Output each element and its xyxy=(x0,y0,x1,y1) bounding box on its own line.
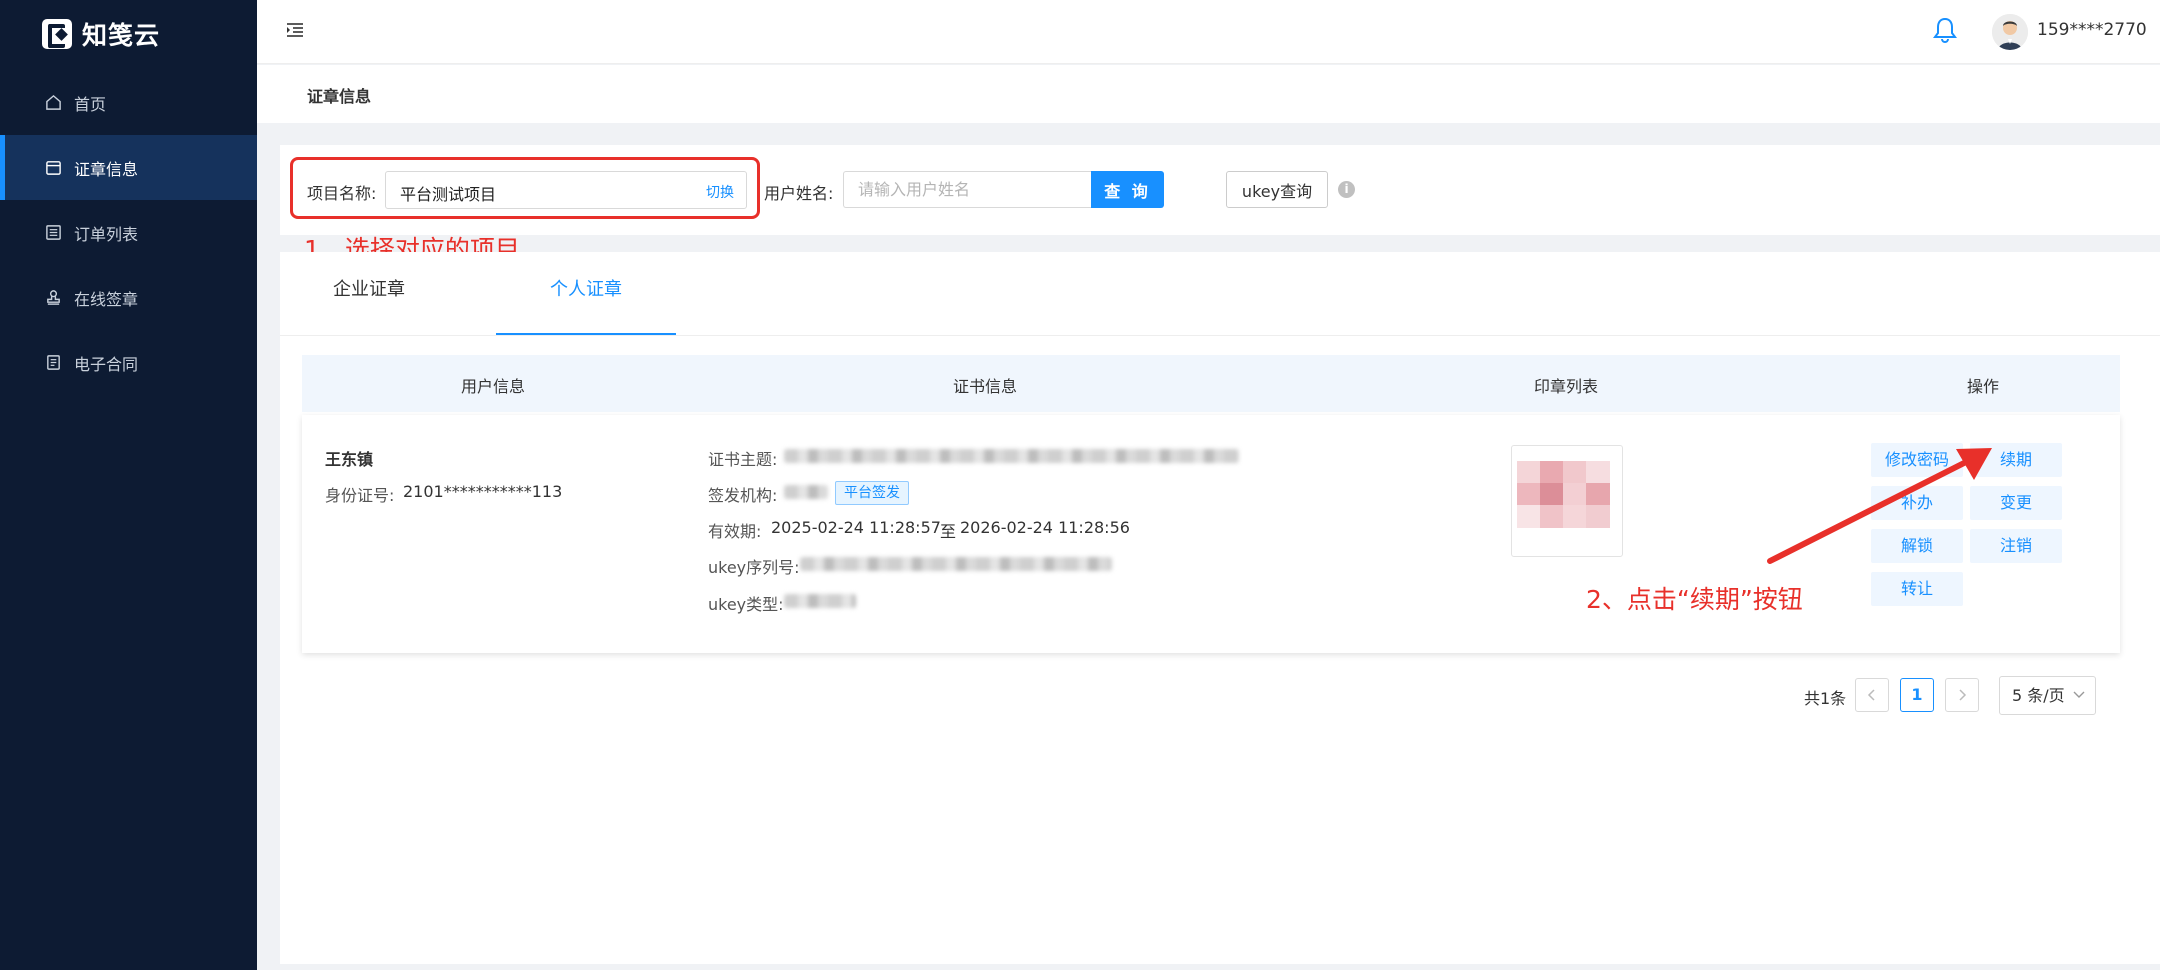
issuer-tag: 平台签发 xyxy=(835,481,909,505)
user-name-label: 用户姓名: xyxy=(764,184,834,203)
sidebar-item-certificates[interactable]: 证章信息 xyxy=(0,135,257,200)
validity-separator: 至 xyxy=(940,522,957,541)
app-logo[interactable]: 知笺云 xyxy=(42,16,160,52)
menu-collapse-icon[interactable] xyxy=(285,20,307,42)
issuer-label: 签发机构: xyxy=(708,486,778,505)
breadcrumb: 证章信息 xyxy=(257,65,2160,123)
sidebar: 知笺云 首页 证章信息 订单列表 在线签章 电子合同 xyxy=(0,0,257,970)
sidebar-item-label: 证章信息 xyxy=(74,159,139,179)
ukey-serial-label: ukey序列号: xyxy=(708,558,800,577)
seal-image-redacted xyxy=(1517,461,1611,529)
sidebar-item-contracts[interactable]: 电子合同 xyxy=(0,330,257,395)
column-header: 证书信息 xyxy=(952,377,1018,396)
contract-icon xyxy=(44,354,62,372)
user-name: 王东镇 xyxy=(325,450,374,469)
app-name: 知笺云 xyxy=(82,21,161,50)
sidebar-item-label: 首页 xyxy=(74,94,107,114)
list-icon xyxy=(44,224,62,242)
cert-subject-redacted xyxy=(784,449,1239,463)
annotation-step-2: 2、点击“续期”按钮 xyxy=(1586,585,1803,614)
active-tab-indicator xyxy=(496,333,676,335)
sidebar-item-label: 在线签章 xyxy=(74,289,139,309)
query-button[interactable]: 查 询 xyxy=(1091,171,1164,208)
column-header: 操作 xyxy=(1966,377,2000,396)
logo-icon xyxy=(42,19,72,49)
next-page-button[interactable] xyxy=(1945,678,1979,712)
sidebar-item-label: 电子合同 xyxy=(74,354,139,374)
user-name-input[interactable] xyxy=(843,171,1091,208)
tab-enterprise-seal[interactable]: 企业证章 xyxy=(333,275,405,301)
page-size-value: 5 条/页 xyxy=(2012,686,2065,705)
column-header: 用户信息 xyxy=(460,377,526,396)
tab-divider xyxy=(280,335,2160,336)
id-number-value: 2101***********113 xyxy=(403,482,563,501)
stamp-icon xyxy=(44,289,62,307)
validity-label: 有效期: xyxy=(708,522,762,541)
sidebar-item-home[interactable]: 首页 xyxy=(0,70,257,135)
table-header: 用户信息 证书信息 印章列表 操作 xyxy=(302,355,2120,412)
page-number-button[interactable]: 1 xyxy=(1900,678,1934,712)
annotation-highlight-box xyxy=(290,157,760,219)
sidebar-item-orders[interactable]: 订单列表 xyxy=(0,200,257,265)
validity-end: 2026-02-24 11:28:56 xyxy=(960,518,1130,537)
tab-personal-seal[interactable]: 个人证章 xyxy=(550,275,622,301)
page-size-select[interactable]: 5 条/页 xyxy=(1999,676,2096,715)
id-number-label: 身份证号: xyxy=(325,486,395,505)
avatar[interactable] xyxy=(1992,14,2028,50)
ukey-query-button[interactable]: ukey查询 xyxy=(1226,171,1328,208)
ukey-type-label: ukey类型: xyxy=(708,595,784,614)
issuer-redacted xyxy=(784,485,828,499)
bell-icon[interactable] xyxy=(1933,16,1961,46)
prev-page-button[interactable] xyxy=(1855,678,1889,712)
username[interactable]: 159****2770 xyxy=(2037,20,2147,40)
sidebar-item-online-sign[interactable]: 在线签章 xyxy=(0,265,257,330)
validity-start: 2025-02-24 11:28:57 xyxy=(771,518,941,537)
cert-subject-label: 证书主题: xyxy=(708,450,778,469)
chevron-down-icon xyxy=(2073,677,2085,714)
home-icon xyxy=(44,94,62,112)
calendar-icon xyxy=(44,159,62,177)
transfer-button[interactable]: 转让 xyxy=(1871,572,1963,606)
annotation-arrow-icon xyxy=(1767,448,1992,564)
pagination-total: 共1条 xyxy=(1804,689,1847,708)
ukey-type-redacted xyxy=(784,594,856,608)
top-bar: 159****2770 xyxy=(257,0,2160,64)
page-title: 证章信息 xyxy=(307,87,372,106)
sidebar-item-label: 订单列表 xyxy=(74,224,139,244)
ukey-serial-redacted xyxy=(800,557,1112,571)
column-header: 印章列表 xyxy=(1533,377,1599,396)
info-icon[interactable]: i xyxy=(1338,181,1355,198)
